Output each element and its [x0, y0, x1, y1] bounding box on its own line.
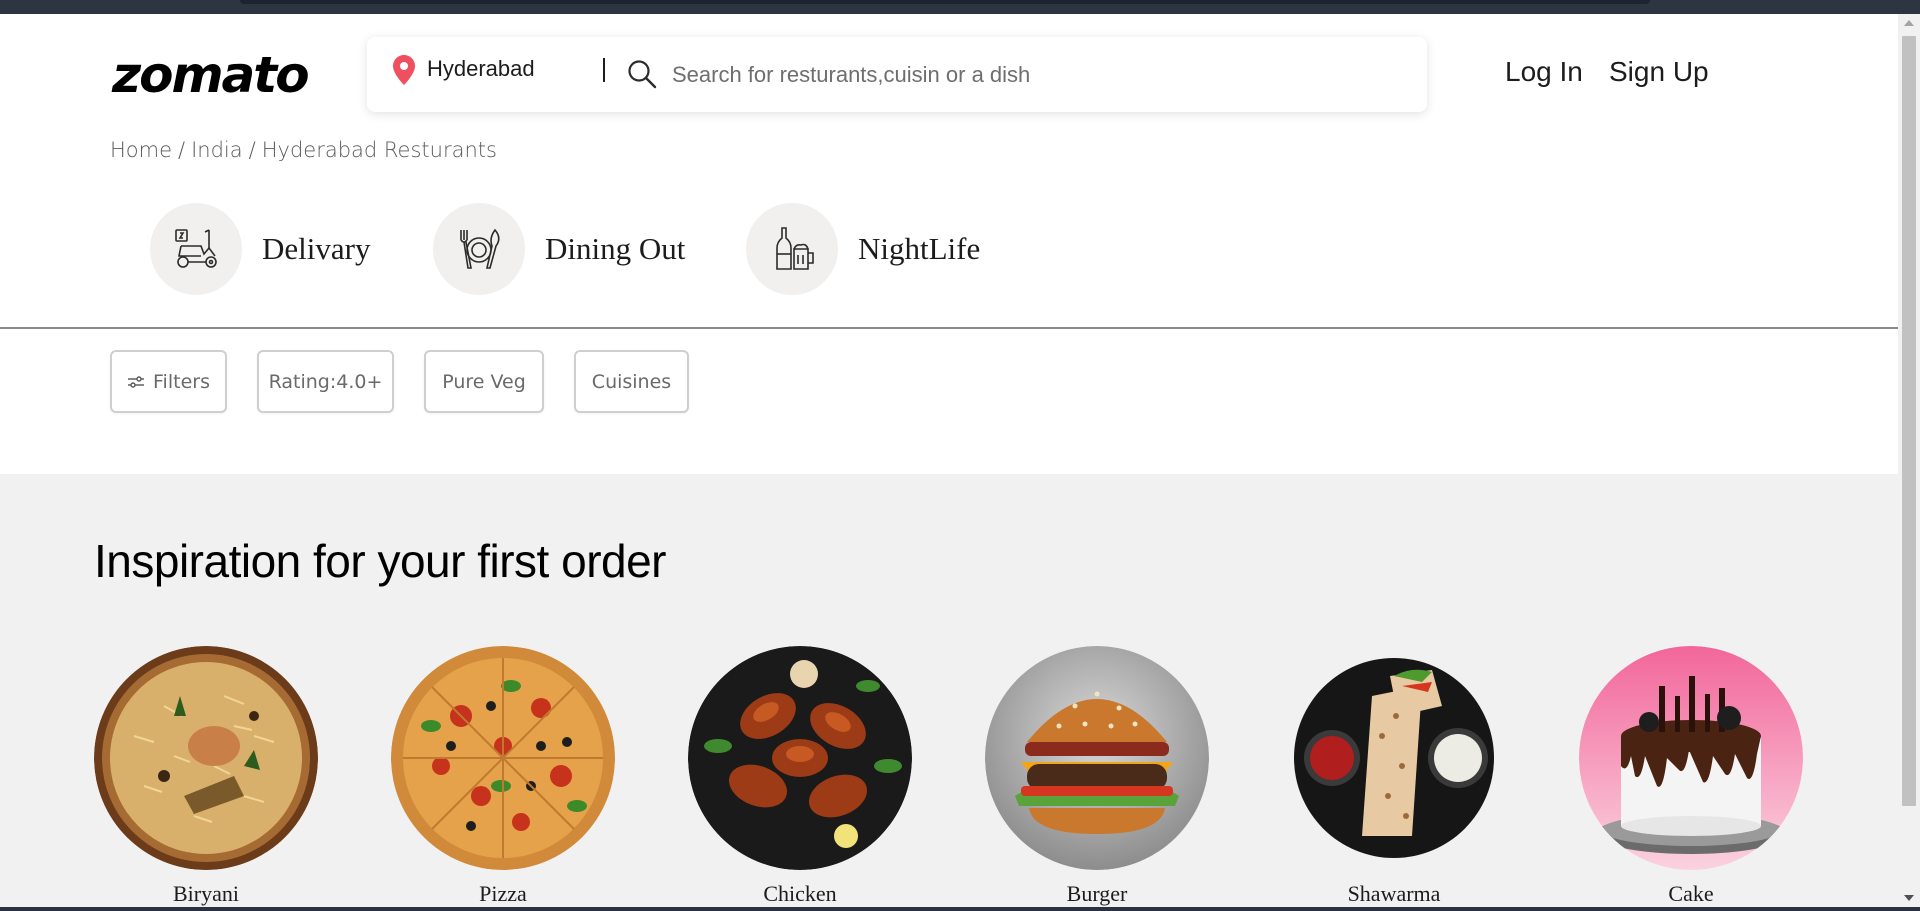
food-item-label: Pizza	[479, 881, 527, 906]
login-link[interactable]: Log In	[1505, 56, 1583, 88]
food-item-chicken[interactable]: Chicken	[688, 646, 912, 907]
delivery-icon-circle	[150, 203, 242, 295]
section-divider	[0, 327, 1898, 329]
scroll-up-arrow-icon[interactable]	[1904, 20, 1914, 26]
scroll-down-arrow-icon[interactable]	[1904, 895, 1914, 901]
search-bar: Hyderabad	[367, 37, 1427, 112]
dining-icon-circle	[433, 203, 525, 295]
breadcrumb-home[interactable]: Home	[110, 138, 172, 162]
breadcrumb-city[interactable]: Hyderabad Resturants	[262, 138, 497, 162]
burger-image	[985, 646, 1209, 870]
chicken-image	[688, 646, 912, 870]
food-item-label: Chicken	[763, 881, 837, 906]
nightlife-icon-circle	[746, 203, 838, 295]
food-item-label: Burger	[1066, 881, 1128, 906]
shawarma-image	[1282, 646, 1506, 870]
breadcrumb-separator: /	[178, 138, 186, 162]
category-tabs: Delivary Dining Out NightLife	[0, 199, 1898, 299]
search-input[interactable]	[672, 55, 1392, 95]
header: zomato Hyderabad Log In Sign Up	[0, 14, 1898, 144]
scrollbar-thumb[interactable]	[1902, 36, 1916, 806]
scooter-icon	[175, 229, 217, 268]
filters-button[interactable]: Filters	[110, 350, 227, 413]
zomato-logo[interactable]: zomato	[112, 46, 310, 104]
food-item-biryani[interactable]: Biryani	[94, 646, 318, 907]
breadcrumb-separator: /	[248, 138, 256, 162]
food-item-burger[interactable]: Burger	[985, 646, 1209, 907]
nightlife-icon	[776, 227, 814, 270]
filter-bar: Filters Rating:4.0+ Pure Veg Cuisines	[0, 350, 1898, 414]
location-pin-icon	[393, 55, 415, 85]
inspiration-title: Inspiration for your first order	[94, 535, 667, 587]
food-item-label: Cake	[1668, 881, 1714, 906]
tab-delivery[interactable]: Delivary	[150, 199, 370, 299]
search-icon	[628, 60, 657, 89]
pizza-image	[391, 646, 615, 870]
food-item-label: Shawarma	[1347, 881, 1441, 906]
breadcrumb: Home / India / Hyderabad Resturants	[110, 138, 497, 162]
location-label[interactable]: Hyderabad	[427, 56, 535, 82]
breadcrumb-country[interactable]: India	[191, 138, 243, 162]
food-item-label: Biryani	[173, 881, 239, 906]
page: zomato Hyderabad Log In Sign Up Home/Ind…	[0, 14, 1898, 907]
inspiration-section: Inspiration for your first order Biryani	[0, 474, 1898, 907]
pure-veg-filter-chip[interactable]: Pure Veg	[424, 350, 544, 413]
tab-dining-out[interactable]: Dining Out	[433, 199, 685, 299]
tab-nightlife[interactable]: NightLife	[746, 199, 980, 299]
cuisines-filter-chip[interactable]: Cuisines	[574, 350, 689, 413]
signup-link[interactable]: Sign Up	[1609, 56, 1709, 88]
food-item-pizza[interactable]: Pizza	[391, 646, 615, 907]
vertical-scrollbar[interactable]	[1898, 14, 1920, 907]
tab-delivery-label: Delivary	[262, 231, 371, 266]
rating-filter-chip[interactable]: Rating:4.0+	[257, 350, 394, 413]
filters-label: Filters	[153, 370, 210, 393]
taskbar-strip	[0, 907, 1920, 911]
tab-dining-out-label: Dining Out	[545, 231, 686, 266]
browser-top-strip	[0, 0, 1920, 14]
cake-image	[1579, 646, 1803, 870]
search-divider	[603, 58, 605, 82]
food-item-cake[interactable]: Cake	[1579, 646, 1803, 907]
dining-icon	[460, 228, 500, 269]
biryani-image	[94, 646, 318, 870]
food-item-shawarma[interactable]: Shawarma	[1282, 646, 1506, 907]
sliders-icon	[128, 375, 145, 388]
tab-nightlife-label: NightLife	[858, 231, 981, 266]
browser-tab-strip	[240, 0, 1650, 4]
